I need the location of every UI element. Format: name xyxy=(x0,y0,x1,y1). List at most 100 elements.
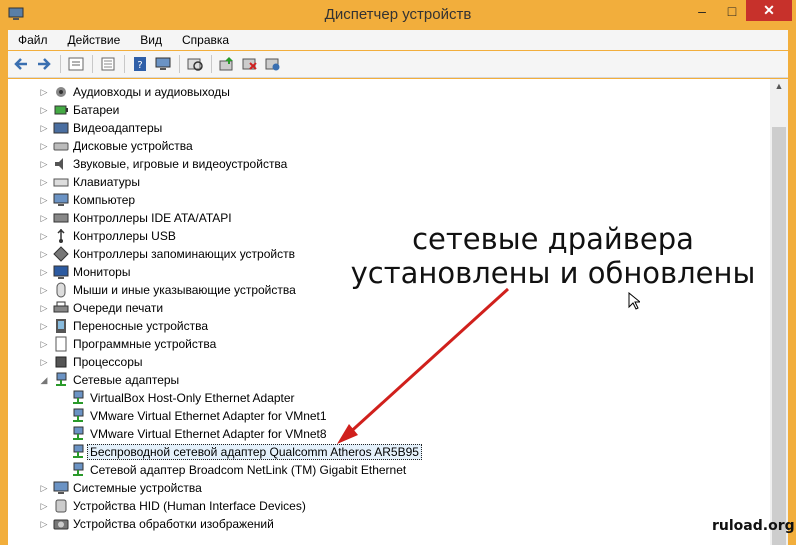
minimize-button[interactable]: – xyxy=(688,0,716,21)
disable-icon[interactable] xyxy=(239,54,261,74)
expand-arrow-icon[interactable]: ▷ xyxy=(38,122,50,134)
expand-arrow-icon[interactable]: ▷ xyxy=(38,140,50,152)
tree-category[interactable]: ▷ Устройства HID (Human Interface Devices… xyxy=(38,497,306,515)
scroll-up-arrow-icon[interactable]: ▲ xyxy=(770,81,788,95)
back-icon[interactable] xyxy=(10,54,32,74)
menu-item[interactable]: Справка xyxy=(172,33,239,47)
network-icon xyxy=(70,390,86,406)
tree-category[interactable]: ▷ Звуковые, игровые и видеоустройства xyxy=(38,155,288,173)
tree-category[interactable]: ▷ Клавиатуры xyxy=(38,173,140,191)
forward-icon[interactable] xyxy=(33,54,55,74)
tree-category[interactable]: ▷ Контроллеры запоминающих устройств xyxy=(38,245,295,263)
menu-item[interactable]: Файл xyxy=(8,33,58,47)
menu-item[interactable]: Действие xyxy=(58,33,131,47)
display-adapter-icon xyxy=(53,120,69,136)
tree-category[interactable]: ▷ Программные устройства xyxy=(38,335,216,353)
title-bar[interactable]: Диспетчер устройств – □ ✕ xyxy=(0,0,796,30)
tree-item-label: Системные устройства xyxy=(73,481,202,495)
tree-device[interactable]: VMware Virtual Ethernet Adapter for VMne… xyxy=(70,407,327,425)
computer-icon xyxy=(53,192,69,208)
list-icon[interactable] xyxy=(97,54,119,74)
scan-hardware-icon[interactable] xyxy=(184,54,206,74)
cpu-icon xyxy=(53,354,69,370)
expand-arrow-icon[interactable]: ▷ xyxy=(38,518,50,530)
tree-category[interactable]: ▷ Контроллеры IDE ATA/ATAPI xyxy=(38,209,232,227)
window-title: Диспетчер устройств xyxy=(324,6,472,23)
camera-icon xyxy=(53,516,69,532)
tree-item-label: Видеоадаптеры xyxy=(73,121,163,135)
vertical-scrollbar[interactable]: ▲ xyxy=(770,79,788,545)
tree-item-label: VMware Virtual Ethernet Adapter for VMne… xyxy=(90,409,327,423)
scroll-thumb[interactable] xyxy=(772,127,786,545)
tree-category[interactable]: ▷ Мыши и иные указывающие устройства xyxy=(38,281,296,299)
expand-arrow-icon[interactable]: ▷ xyxy=(38,104,50,116)
system-icon xyxy=(53,480,69,496)
properties-icon[interactable] xyxy=(65,54,87,74)
expand-arrow-icon[interactable]: ▷ xyxy=(38,248,50,260)
tree-item-label: Программные устройства xyxy=(73,337,217,351)
menu-item[interactable]: Вид xyxy=(130,33,172,47)
monitor-icon[interactable] xyxy=(152,54,174,74)
tree-item-label: Звуковые, игровые и видеоустройства xyxy=(73,157,288,171)
tree-device[interactable]: VMware Virtual Ethernet Adapter for VMne… xyxy=(70,425,327,443)
tree-category[interactable]: ▷ Видеоадаптеры xyxy=(38,119,163,137)
expand-arrow-icon[interactable]: ▷ xyxy=(38,500,50,512)
tree-category[interactable]: ▷ Системные устройства xyxy=(38,479,202,497)
toolbar: ? xyxy=(8,51,788,78)
tree-item-label: Переносные устройства xyxy=(73,319,209,333)
tree-category[interactable]: ◢ Сетевые адаптеры xyxy=(38,371,179,389)
expand-arrow-icon[interactable]: ▷ xyxy=(38,356,50,368)
uninstall-icon[interactable] xyxy=(262,54,284,74)
expand-arrow-icon[interactable]: ▷ xyxy=(38,158,50,170)
monitor-icon xyxy=(53,264,69,280)
tree-device[interactable]: Беспроводной сетевой адаптер Qualcomm At… xyxy=(70,443,422,461)
tree-category[interactable]: ▷ Устройства обработки изображений xyxy=(38,515,274,533)
network-icon xyxy=(70,444,86,460)
tree-category[interactable]: ▷ Компьютер xyxy=(38,191,136,209)
update-driver-icon[interactable] xyxy=(216,54,238,74)
toolbar-divider xyxy=(179,55,180,73)
expand-arrow-icon[interactable]: ▷ xyxy=(38,284,50,296)
network-icon xyxy=(53,372,69,388)
tree-item-label: Батареи xyxy=(73,103,120,117)
tree-item-label: Сетевые адаптеры xyxy=(73,373,180,387)
expand-arrow-icon[interactable]: ▷ xyxy=(38,302,50,314)
maximize-button[interactable]: □ xyxy=(718,0,746,21)
tree-item-label: Мыши и иные указывающие устройства xyxy=(73,283,296,297)
network-icon xyxy=(70,426,86,442)
tree-category[interactable]: ▷ Аудиовходы и аудиовыходы xyxy=(38,83,230,101)
device-manager-window: Диспетчер устройств – □ ✕ Файл Действие Ви… xyxy=(0,0,796,545)
sound-icon xyxy=(53,156,69,172)
expand-arrow-icon[interactable]: ▷ xyxy=(38,86,50,98)
tree-category[interactable]: ▷ Очереди печати xyxy=(38,299,164,317)
annotation-line-1: сетевые драйвера xyxy=(412,222,694,256)
audio-icon xyxy=(53,84,69,100)
ide-icon xyxy=(53,210,69,226)
expand-arrow-icon[interactable]: ▷ xyxy=(38,320,50,332)
portable-icon xyxy=(53,318,69,334)
expand-arrow-icon[interactable]: ▷ xyxy=(38,176,50,188)
expand-arrow-icon[interactable]: ▷ xyxy=(38,212,50,224)
tree-category[interactable]: ▷ Дисковые устройства xyxy=(38,137,193,155)
expand-arrow-icon[interactable]: ▷ xyxy=(38,266,50,278)
battery-icon xyxy=(53,102,69,118)
tree-category[interactable]: ▷ Мониторы xyxy=(38,263,130,281)
tree-category[interactable]: ▷ Процессоры xyxy=(38,353,143,371)
tree-category[interactable]: ▷ Контроллеры USB xyxy=(38,227,176,245)
tree-device[interactable]: Сетевой адаптер Broadcom NetLink (TM) Gi… xyxy=(70,461,406,479)
help-icon[interactable]: ? xyxy=(129,54,151,74)
tree-category[interactable]: ▷ Батареи xyxy=(38,101,120,119)
device-tree: ▷ Аудиовходы и аудиовыходы ▷ Батареи ▷ Видеоа… xyxy=(8,79,770,545)
menu-bar: Файл Действие Вид Справка xyxy=(8,30,788,50)
expand-arrow-icon[interactable]: ▷ xyxy=(38,194,50,206)
tree-category[interactable]: ▷ Переносные устройства xyxy=(38,317,208,335)
expand-arrow-icon[interactable]: ▷ xyxy=(38,230,50,242)
toolbar-divider xyxy=(60,55,61,73)
collapse-arrow-icon[interactable]: ◢ xyxy=(38,374,50,386)
storage-icon xyxy=(53,246,69,262)
tree-item-label: Компьютер xyxy=(73,193,136,207)
tree-device[interactable]: VirtualBox Host-Only Ethernet Adapter xyxy=(70,389,295,407)
expand-arrow-icon[interactable]: ▷ xyxy=(38,338,50,350)
expand-arrow-icon[interactable]: ▷ xyxy=(38,482,50,494)
close-button[interactable]: ✕ xyxy=(746,0,792,21)
